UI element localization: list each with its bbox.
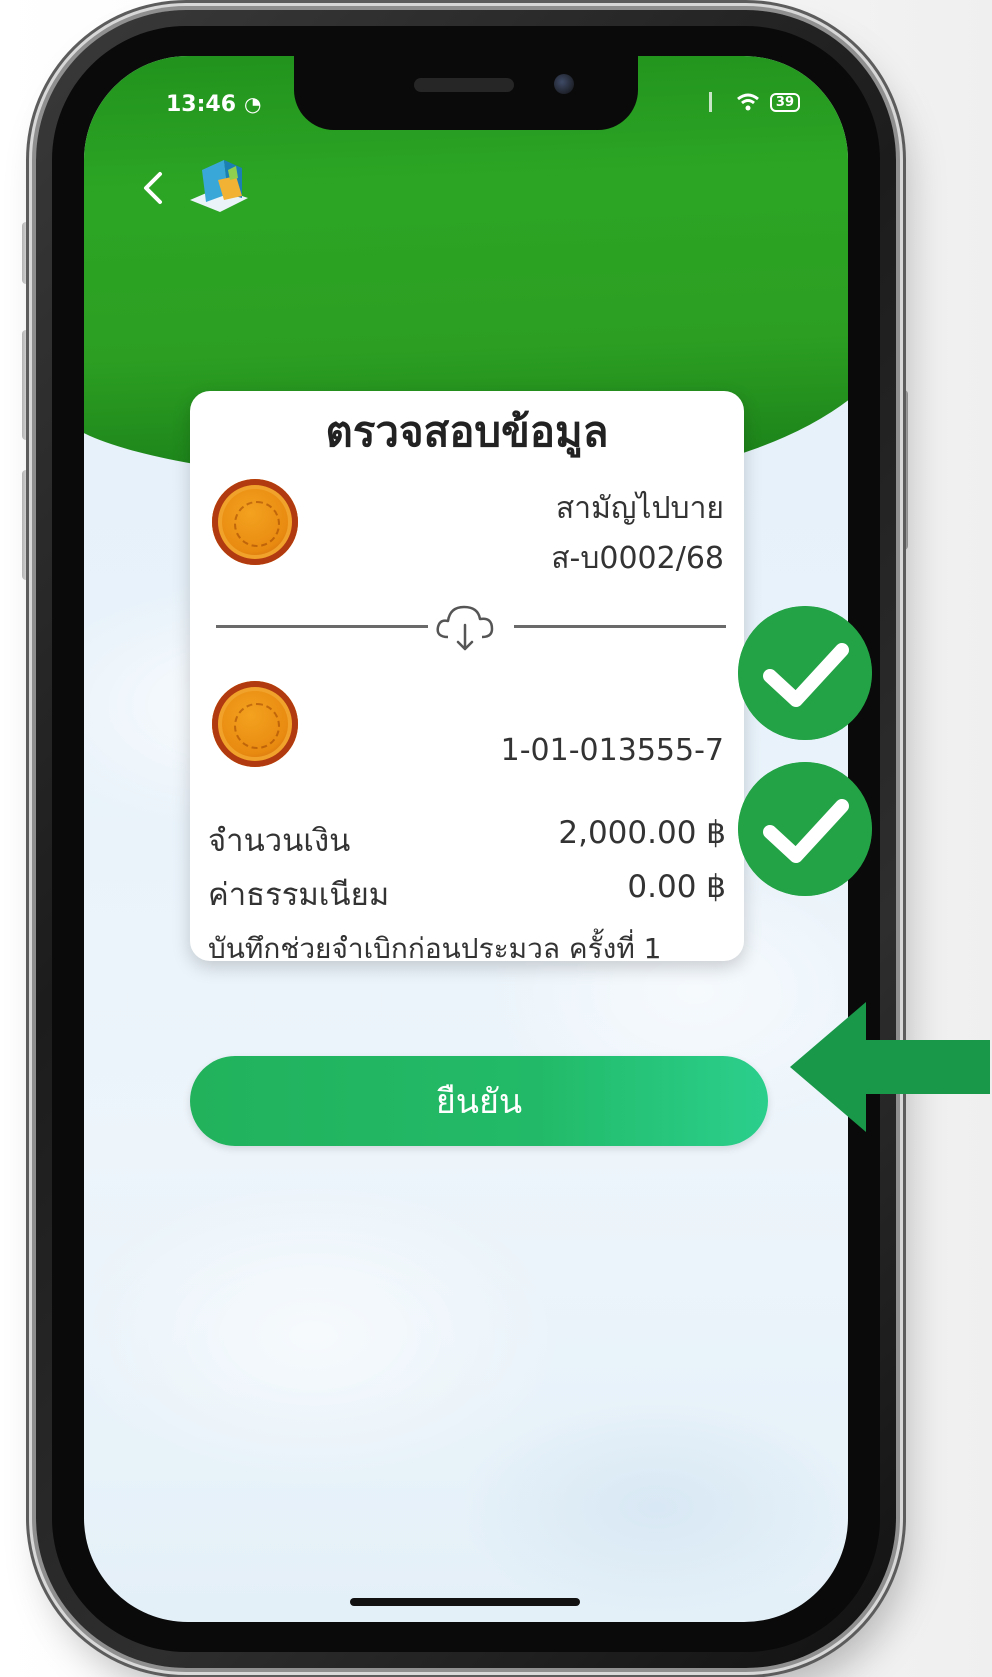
check-icon [738, 606, 872, 740]
amount-value: 2,000.00 ฿ [558, 815, 726, 851]
fee-row: ค่าธรรมเนียม 0.00 ฿ [208, 869, 726, 919]
front-camera [554, 74, 574, 94]
arrow-left-icon [790, 1002, 990, 1132]
power-button [896, 390, 908, 550]
wifi-icon [736, 93, 759, 111]
battery-icon: 39 [769, 92, 800, 112]
app-logo-icon [190, 160, 248, 212]
status-time: 13:46 [166, 92, 237, 117]
amount-label: จำนวนเงิน [208, 823, 351, 859]
from-account-coin-icon [212, 479, 298, 565]
confirm-button[interactable]: ยืนยัน [190, 1056, 768, 1146]
notch [294, 56, 638, 130]
memo-text: บันทึกช่วยจำเบิกก่อนประมวล ครั้งที่ 1 [208, 932, 662, 965]
card-title: ตรวจสอบข้อมูล [325, 407, 609, 456]
check-icon [738, 762, 872, 896]
status-right-group: 39 [708, 92, 800, 112]
transfer-divider-left [216, 625, 428, 628]
home-indicator [350, 1598, 580, 1606]
transfer-divider-right [514, 625, 726, 628]
confirm-details-card: ตรวจสอบข้อมูล สามัญไปบาย ส-บ0002/68 1-01… [190, 391, 744, 965]
fee-value: 0.00 ฿ [627, 869, 726, 905]
to-account-number: 1-01-013555-7 [500, 733, 724, 768]
volume-up-button [22, 330, 34, 440]
to-account-coin-icon [212, 681, 298, 767]
status-activity-icon: ◔ [244, 92, 262, 116]
from-account-type: สามัญไปบาย [555, 491, 724, 526]
silent-switch [22, 222, 34, 284]
amount-row: จำนวนเงิน 2,000.00 ฿ [208, 815, 726, 865]
earpiece-speaker [414, 78, 514, 92]
fee-label: ค่าธรรมเนียม [208, 877, 390, 913]
volume-down-button [22, 470, 34, 580]
phone-screen: 13:46 ◔ 39 ตรวจสอบข้อมูล สามัญไปบาย ส-บ0… [84, 56, 848, 1622]
cloud-download-icon [436, 605, 494, 651]
signal-icon [708, 92, 726, 112]
screenshot-stage: 13:46 ◔ 39 ตรวจสอบข้อมูล สามัญไปบาย ส-บ0… [0, 0, 992, 1677]
back-chevron-icon[interactable] [136, 168, 168, 208]
from-account-number: ส-บ0002/68 [551, 541, 724, 576]
